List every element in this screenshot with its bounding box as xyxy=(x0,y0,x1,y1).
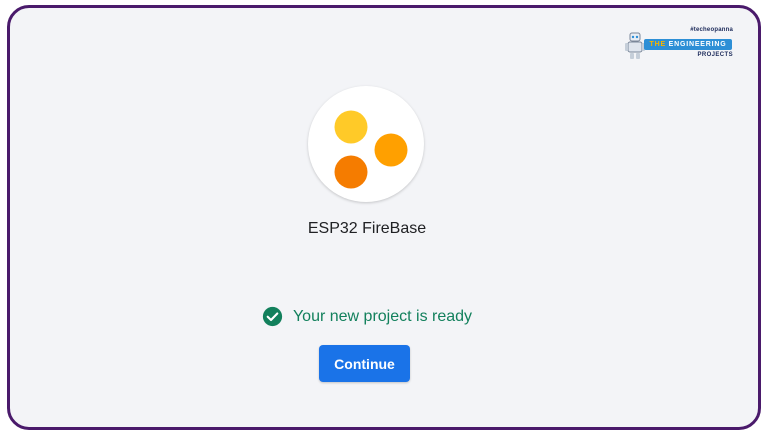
watermark-banner: THE ENGINEERING xyxy=(644,39,732,50)
project-name: ESP32 FireBase xyxy=(307,220,427,237)
logo-dot-orange xyxy=(334,155,368,189)
check-circle-icon xyxy=(262,306,283,327)
logo-dot-yellow xyxy=(334,110,368,144)
status-message: Your new project is ready xyxy=(292,307,473,325)
logo-dot-amber xyxy=(374,133,408,167)
firebase-project-dots-icon xyxy=(334,110,408,189)
continue-button[interactable]: Continue xyxy=(319,345,410,382)
project-logo xyxy=(308,86,424,202)
robot-icon xyxy=(625,32,645,59)
watermark-banner-main: ENGINEERING xyxy=(668,41,727,48)
watermark-tag: #techeopanna xyxy=(690,27,733,33)
project-ready-panel: #techeopanna THE ENGINEERING PROJECTS ES… xyxy=(7,5,761,430)
watermark-sub: PROJECTS xyxy=(697,52,733,58)
status-message-row: Your new project is ready xyxy=(10,306,724,332)
watermark-logo: #techeopanna THE ENGINEERING PROJECTS xyxy=(621,27,739,67)
watermark-banner-prefix: THE xyxy=(649,41,666,48)
